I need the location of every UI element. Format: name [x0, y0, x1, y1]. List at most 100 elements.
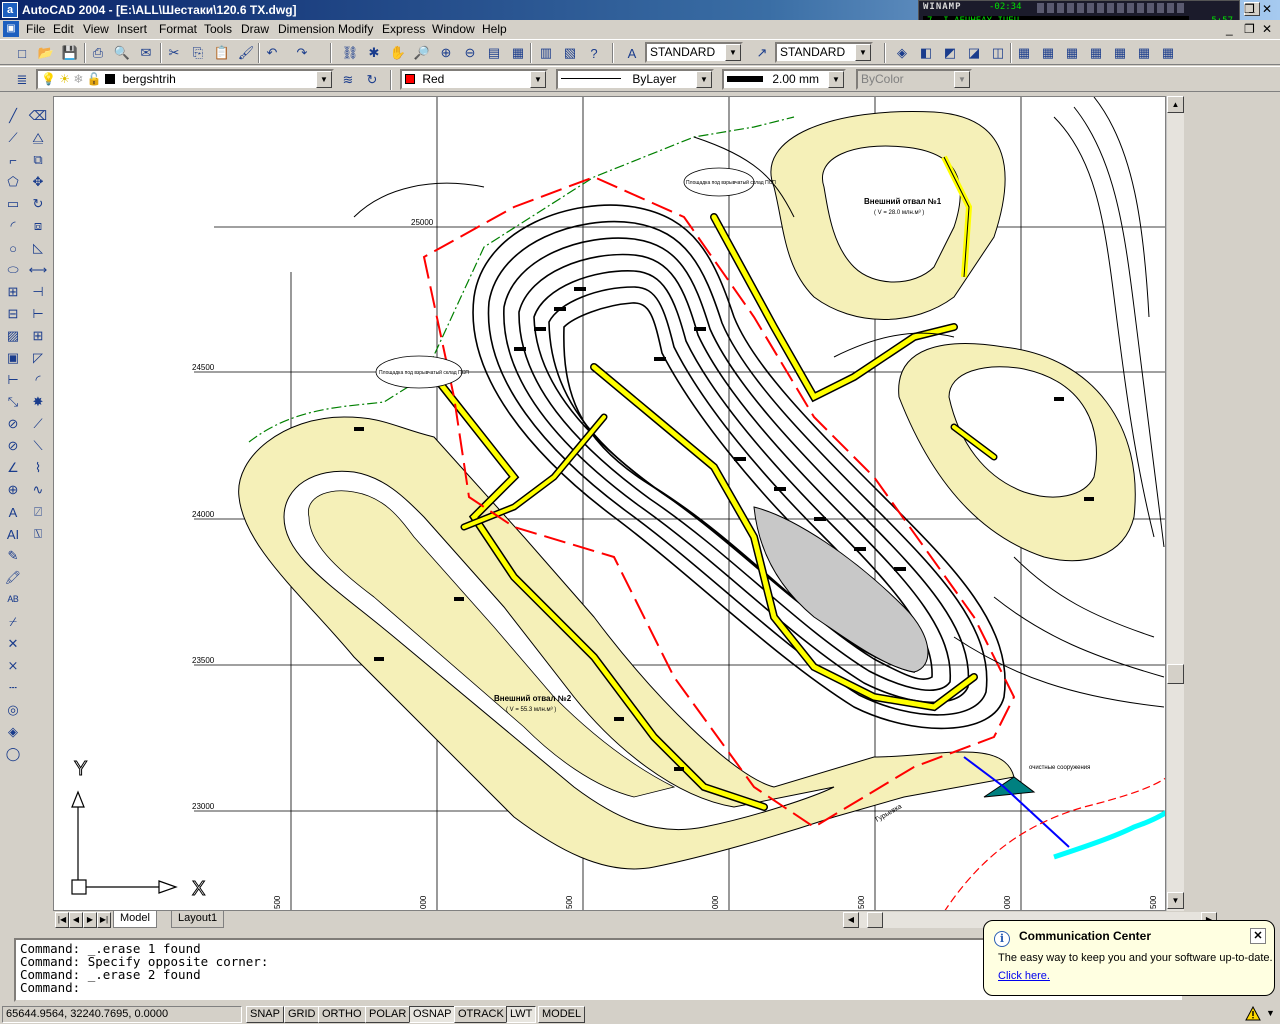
layer-select[interactable]: 💡 ☀ ❄ 🔓 bergshtrih ▼: [36, 69, 334, 90]
scroll-thumb[interactable]: [867, 912, 883, 928]
fillet-icon[interactable]: ◜: [27, 370, 49, 390]
pedit-icon[interactable]: ⌇: [27, 458, 49, 478]
first-tab-icon[interactable]: |◀: [55, 912, 69, 928]
polyline-icon[interactable]: ⌐: [2, 150, 24, 170]
make-current-icon[interactable]: ≋: [338, 70, 358, 90]
menu-tools[interactable]: Tools: [204, 22, 232, 36]
menu-file[interactable]: File: [26, 22, 45, 36]
chamfer-icon[interactable]: ◸: [27, 348, 49, 368]
express-tool-3-icon[interactable]: ◩: [940, 43, 960, 63]
paint-icon[interactable]: 🖍: [2, 568, 24, 588]
snap-intersection-icon[interactable]: ✕: [2, 634, 24, 654]
redo-icon[interactable]: ↷: [292, 43, 312, 63]
layer-previous-icon[interactable]: ↻: [362, 70, 382, 90]
text-style-icon[interactable]: A: [622, 43, 642, 63]
polar-toggle[interactable]: POLAR: [365, 1006, 411, 1023]
snap-center-icon[interactable]: ◎: [2, 700, 24, 720]
move-icon[interactable]: ✥: [27, 172, 49, 192]
zoom-window-icon[interactable]: ⊕: [436, 43, 456, 63]
single-line-text-icon[interactable]: AI: [2, 524, 24, 544]
rectangle-icon[interactable]: ▭: [2, 194, 24, 214]
last-tab-icon[interactable]: ▶|: [97, 912, 111, 928]
scroll-down-arrow-icon[interactable]: ▼: [1167, 892, 1184, 909]
document-icon[interactable]: ▣: [3, 21, 19, 37]
prev-tab-icon[interactable]: ◀: [69, 912, 83, 928]
chevron-down-icon[interactable]: ▼: [855, 44, 871, 61]
menu-view[interactable]: View: [83, 22, 109, 36]
track-icon[interactable]: ✱: [364, 43, 384, 63]
stretch-icon[interactable]: ⟷: [27, 260, 49, 280]
spline-edit-icon[interactable]: ∿: [27, 480, 49, 500]
express-tool-8-icon[interactable]: ▦: [1062, 43, 1082, 63]
express-tool-12-icon[interactable]: ▦: [1158, 43, 1178, 63]
join-icon[interactable]: ⟍: [27, 436, 49, 456]
print-icon[interactable]: ⎙: [88, 43, 108, 63]
offset-icon[interactable]: ⧈: [27, 216, 49, 236]
ortho-toggle[interactable]: ORTHO: [318, 1006, 366, 1023]
mirror-icon[interactable]: ⧋: [27, 128, 49, 148]
doc-minimize-button[interactable]: _: [1226, 22, 1233, 36]
menu-edit[interactable]: Edit: [53, 22, 74, 36]
diameter-icon[interactable]: ⊘: [2, 436, 24, 456]
open-icon[interactable]: 📂: [36, 43, 56, 63]
express-tool-7-icon[interactable]: ▦: [1038, 43, 1058, 63]
balloon-link[interactable]: Click here.: [998, 970, 1050, 982]
snap-endpoint-icon[interactable]: ⌿: [2, 612, 24, 632]
line-icon[interactable]: ╱: [2, 106, 24, 126]
edit-text-icon[interactable]: ✎: [2, 546, 24, 566]
spell-icon[interactable]: ᴬᴮ: [2, 590, 24, 610]
cut-icon[interactable]: ✂: [164, 43, 184, 63]
break-icon[interactable]: ⟋: [27, 414, 49, 434]
circle-icon[interactable]: ○: [2, 238, 24, 258]
block-icon[interactable]: ⊞: [2, 282, 24, 302]
grid-toggle[interactable]: GRID: [284, 1006, 320, 1023]
ellipse-icon[interactable]: ⬭: [2, 260, 24, 280]
model-toggle[interactable]: MODEL: [538, 1006, 586, 1023]
chevron-down-icon[interactable]: ▼: [530, 71, 546, 88]
calculator-icon[interactable]: ▥: [536, 43, 556, 63]
lwt-toggle[interactable]: LWT: [506, 1006, 537, 1023]
menu-draw[interactable]: Draw: [241, 22, 269, 36]
close-icon[interactable]: ✕: [1250, 928, 1266, 944]
publish-icon[interactable]: ✉: [136, 43, 156, 63]
trim-icon[interactable]: ⊣: [27, 282, 49, 302]
tool-palette-icon[interactable]: ▧: [560, 43, 580, 63]
properties-icon[interactable]: ▤: [484, 43, 504, 63]
express-tool-11-icon[interactable]: ▦: [1134, 43, 1154, 63]
arc-icon[interactable]: ◜: [2, 216, 24, 236]
scroll-thumb[interactable]: [1167, 664, 1184, 684]
match-properties-icon[interactable]: 🖌: [236, 43, 256, 63]
new-icon[interactable]: □: [12, 43, 32, 63]
chevron-down-icon[interactable]: ▼: [828, 71, 844, 88]
chevron-down-icon[interactable]: ▼: [316, 71, 332, 88]
region-icon[interactable]: ▣: [2, 348, 24, 368]
preview-icon[interactable]: 🔍: [112, 43, 132, 63]
chevron-down-icon[interactable]: ▼: [696, 71, 712, 88]
copy-object-icon[interactable]: ⧉: [27, 150, 49, 170]
text-style-select[interactable]: STANDARD ▼: [645, 42, 743, 63]
save-icon[interactable]: 💾: [60, 43, 80, 63]
radius-icon[interactable]: ⊘: [2, 414, 24, 434]
paste-icon[interactable]: 📋: [212, 43, 232, 63]
snap-tangent-icon[interactable]: ◯: [2, 744, 24, 764]
snap-quadrant-icon[interactable]: ◈: [2, 722, 24, 742]
help-icon[interactable]: ?: [584, 43, 604, 63]
design-center-icon[interactable]: ▦: [508, 43, 528, 63]
menu-insert[interactable]: Insert: [117, 22, 147, 36]
hyperlink-icon[interactable]: ⛓: [340, 43, 360, 63]
express-tool-4-icon[interactable]: ◪: [964, 43, 984, 63]
angular-icon[interactable]: ∠: [2, 458, 24, 478]
express-tool-6-icon[interactable]: ▦: [1014, 43, 1034, 63]
vertical-scrollbar[interactable]: ▲ ▼: [1166, 96, 1184, 911]
undo-icon[interactable]: ↶: [262, 43, 282, 63]
dim-style-icon[interactable]: ↗: [752, 43, 772, 63]
snap-extension-icon[interactable]: ┄: [2, 678, 24, 698]
doc-restore-button[interactable]: ❐: [1244, 22, 1255, 36]
linetype-select[interactable]: ByLayer ▼: [556, 69, 714, 90]
scale-icon[interactable]: ◺: [27, 238, 49, 258]
otrack-toggle[interactable]: OTRACK: [454, 1006, 508, 1023]
pan-icon[interactable]: ✋: [388, 43, 408, 63]
copy-icon[interactable]: ⎘: [188, 43, 208, 63]
osnap-toggle[interactable]: OSNAP: [409, 1006, 456, 1023]
erase-icon[interactable]: ⌫: [27, 106, 49, 126]
